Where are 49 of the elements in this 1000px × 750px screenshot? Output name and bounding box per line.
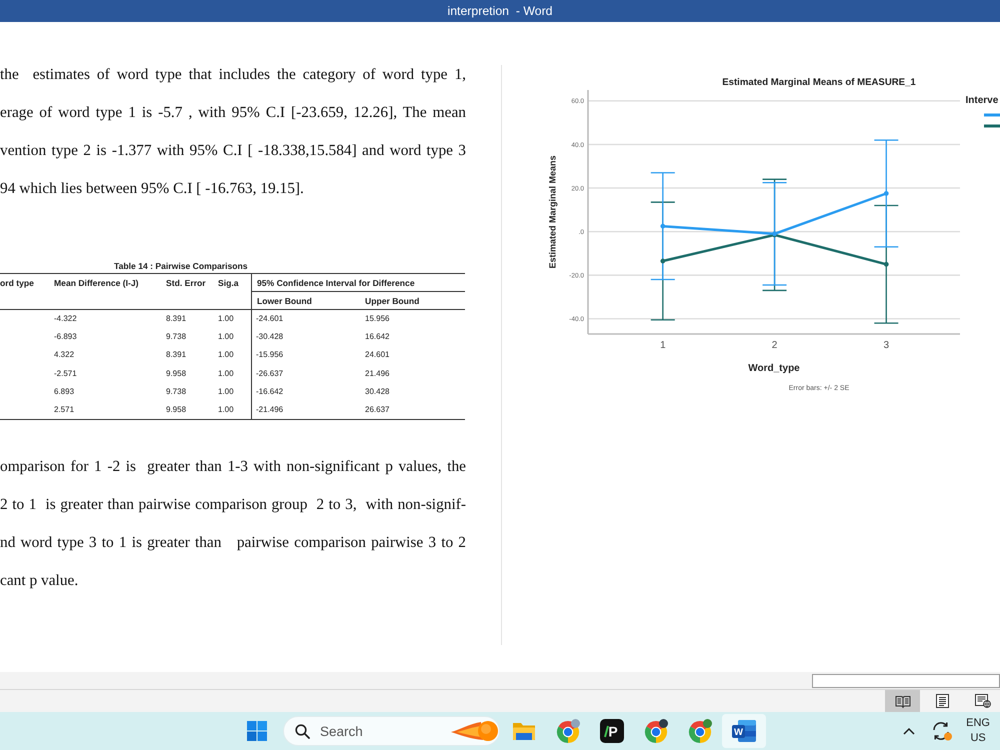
column-header: ord type xyxy=(0,277,35,290)
column-header: Lower Bound xyxy=(251,292,361,310)
table-cell-text: 1.00 xyxy=(217,386,235,398)
table-cell-text: 9.738 xyxy=(165,331,188,344)
table-cell: -16.642 xyxy=(251,382,361,401)
table-caption: Table 14 : Pairwise Comparisons xyxy=(114,260,248,273)
table-cell-text: 8.391 xyxy=(165,349,188,362)
table-cell-text: 16.642 xyxy=(364,331,390,344)
table-cell-text: 1.00 xyxy=(217,313,235,325)
table-cell-text: -4.322 xyxy=(53,313,78,325)
table-cell-text: 1.00 xyxy=(217,404,235,416)
table-cell: -24.601 xyxy=(251,310,361,328)
table-cell: -15.956 xyxy=(251,346,361,365)
table-cell-text: 30.428 xyxy=(364,386,390,398)
axis-tick-label: 3 xyxy=(884,340,890,351)
table-cell: -30.428 xyxy=(251,328,361,346)
column-header: Sig.a xyxy=(217,277,240,290)
table-cell-text: 1.00 xyxy=(217,368,235,380)
column-group-header: 95% Confidence Interval for Difference xyxy=(251,274,465,292)
table-cell-text: 9.958 xyxy=(165,368,188,380)
table-cell-text: 24.601 xyxy=(364,349,390,362)
table-cell-text: 6.893 xyxy=(53,386,76,398)
table-cell-text: -2.571 xyxy=(53,368,78,380)
table-cell-text: 26.637 xyxy=(364,404,390,416)
legend-title: Interve xyxy=(966,95,998,106)
table-cell: -21.496 xyxy=(251,400,361,420)
table-cell-text: 4.322 xyxy=(53,349,76,362)
app-tile-icon: P xyxy=(600,719,624,743)
table-cell-text: 2.571 xyxy=(53,404,76,416)
axis-title: Word_type xyxy=(748,363,800,374)
table-cell-text: 1.00 xyxy=(217,349,235,362)
axis-tick-label: 1 xyxy=(660,340,666,351)
table-cell-text: 15.956 xyxy=(364,313,390,325)
table-cell-text: 8.391 xyxy=(165,313,188,325)
column-header: Std. Error xyxy=(165,277,207,290)
column-header: Mean Difference (I-J) xyxy=(53,277,140,290)
chart-title: Estimated Marginal Means of MEASURE_1 xyxy=(722,77,916,88)
paragraph: omparison for 1 -2 is greater than 1-3 with non-significant p values, the 2 to 1 is greater than pairwise comparison group 2 to 3, with non-signif- nd word type 3 to 1 is greater than pairwise comparison pairwise 3 to 2 cant p value. xyxy=(0,457,466,592)
table-cell-text: 9.958 xyxy=(165,404,188,416)
table-cell: -26.637 xyxy=(251,364,361,383)
table-cell-text: 1.00 xyxy=(217,331,235,344)
axis-title: Estimated Marginal Means xyxy=(547,155,558,269)
paragraph: the estimates of word type that includes the category of word type 1, erage of word type 1 is -5.7 , with 95% C.I [-23.659, 12.26], The mean vention type 2 is -1.377 with 95% C.I [ -18.338,15.584] and word type 3 94 which lies between 95% C.I [ -16.763, 19.15]. xyxy=(0,65,466,199)
table-cell-text: 21.496 xyxy=(364,368,390,380)
table-cell-text: 9.738 xyxy=(165,386,188,398)
window-title: interpretion - Word xyxy=(447,4,553,18)
axis-tick-label: 2 xyxy=(772,340,778,351)
column-header: Upper Bound xyxy=(361,292,465,310)
table-cell-text: -6.893 xyxy=(53,331,78,344)
